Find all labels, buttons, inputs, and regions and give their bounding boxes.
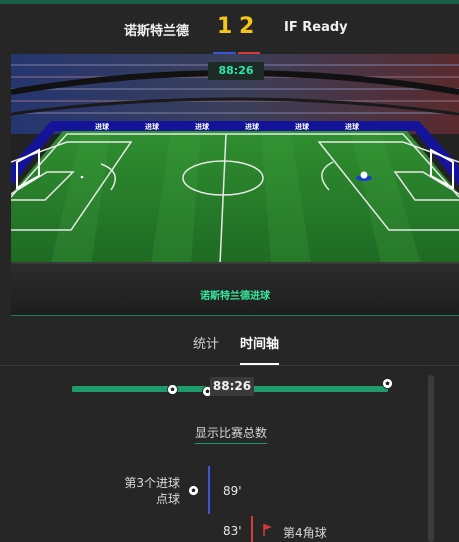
away-event-marker <box>251 516 253 542</box>
corner-flag-icon <box>263 524 272 536</box>
away-team-name: IF Ready <box>284 20 348 35</box>
stadium-illustration: 进球 进球 进球 进球 进球 进球 <box>11 54 459 316</box>
event-label: 第4角球 <box>283 526 327 540</box>
timeline-current-time: 88:26 <box>210 377 254 396</box>
stage-divider <box>11 315 459 316</box>
event-minute: 83' <box>223 524 242 538</box>
away-score: 2 <box>239 14 255 39</box>
event-minute: 89' <box>223 484 242 498</box>
football-icon <box>382 378 393 389</box>
svg-text:进球: 进球 <box>295 122 310 131</box>
tab-bar: 统计 时间轴 <box>0 325 459 365</box>
tab-timeline[interactable]: 时间轴 <box>240 333 279 352</box>
tab-statistics[interactable]: 统计 <box>193 333 219 352</box>
timeline-panel: 88:26 显示比赛总数 第3个进球 点球 89' 83' 第4角球 <box>0 366 459 542</box>
svg-text:进球: 进球 <box>195 122 210 131</box>
svg-text:进球: 进球 <box>145 122 160 131</box>
football-icon <box>188 485 199 496</box>
match-visualization: 进球 进球 进球 进球 进球 进球 88:26 诺斯特兰德进球 <box>11 54 459 316</box>
football-icon <box>167 384 178 395</box>
score-header: 诺斯特兰德 1 2 IF Ready <box>0 4 459 54</box>
event-label: 第3个进球 点球 <box>100 475 180 507</box>
home-event-marker <box>208 466 210 514</box>
svg-text:进球: 进球 <box>95 122 110 131</box>
home-team-name: 诺斯特兰德 <box>123 24 189 39</box>
svg-text:进球: 进球 <box>245 122 260 131</box>
match-clock: 88:26 <box>208 62 264 80</box>
show-total-link[interactable]: 显示比赛总数 <box>195 424 268 444</box>
event-label-line: 点球 <box>155 492 180 506</box>
home-score: 1 <box>217 14 233 39</box>
event-label-line: 第3个进球 <box>124 476 180 490</box>
event-announcement: 诺斯特兰德进球 <box>200 291 270 302</box>
svg-text:进球: 进球 <box>345 122 360 131</box>
scrollbar[interactable] <box>428 375 434 542</box>
